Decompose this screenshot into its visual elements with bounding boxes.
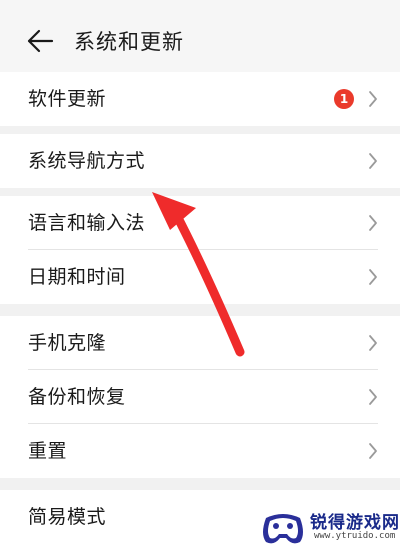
settings-item-software-update[interactable]: 软件更新 1: [0, 72, 400, 126]
settings-item-label: 软件更新: [28, 88, 107, 110]
settings-item-label: 简易模式: [28, 506, 107, 528]
chevron-right-icon: [369, 335, 377, 351]
chevron-right-icon: [369, 215, 377, 231]
settings-item-label: 日期和时间: [28, 266, 126, 288]
chevron-right-icon: [369, 269, 377, 285]
settings-item-backup-restore[interactable]: 备份和恢复: [0, 370, 400, 424]
settings-item-date-time[interactable]: 日期和时间: [0, 250, 400, 304]
chevron-right-icon: [369, 153, 377, 169]
notification-badge: 1: [334, 89, 354, 109]
settings-item-language-input[interactable]: 语言和输入法: [0, 196, 400, 250]
settings-item-label: 手机克隆: [28, 332, 107, 354]
settings-item-label: 重置: [28, 440, 68, 462]
settings-group-navigation: 系统导航方式: [0, 134, 400, 188]
settings-screen: 系统和更新 软件更新 1 系统导航方式 语言和输入法 日期和时间 手机克隆 备份…: [0, 0, 400, 550]
page-title: 系统和更新: [74, 30, 184, 54]
gamepad-logo-icon: [263, 514, 303, 544]
settings-item-reset[interactable]: 重置: [0, 424, 400, 478]
watermark-name: 锐得游戏网: [310, 513, 400, 533]
chevron-right-icon: [369, 389, 377, 405]
settings-item-label: 系统导航方式: [28, 150, 146, 172]
settings-item-system-navigation[interactable]: 系统导航方式: [0, 134, 400, 188]
settings-group-language-time: 语言和输入法 日期和时间: [0, 196, 400, 304]
settings-group-updates: 软件更新 1: [0, 72, 400, 126]
title-bar: 系统和更新: [0, 0, 400, 72]
watermark-logo: 锐得游戏网 www.ytruido.com: [260, 506, 400, 550]
settings-item-label: 备份和恢复: [28, 386, 126, 408]
settings-item-phone-clone[interactable]: 手机克隆: [0, 316, 400, 370]
settings-group-backup: 手机克隆 备份和恢复 重置: [0, 316, 400, 478]
chevron-right-icon: [369, 443, 377, 459]
chevron-right-icon: [369, 91, 377, 107]
watermark-url: www.ytruido.com: [314, 531, 396, 541]
settings-item-label: 语言和输入法: [28, 212, 146, 234]
back-arrow-icon[interactable]: [26, 28, 54, 54]
